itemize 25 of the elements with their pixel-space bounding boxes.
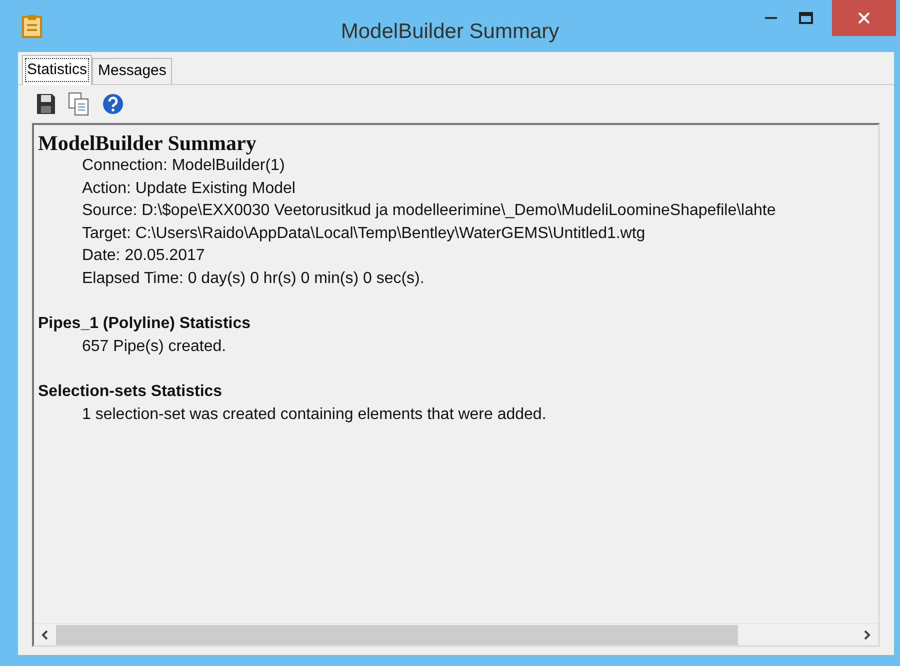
section-title: Pipes_1 (Polyline) Statistics: [38, 314, 251, 334]
maximize-icon: [799, 12, 813, 24]
copy-icon[interactable]: [68, 92, 90, 116]
clipboard-icon: [22, 14, 42, 38]
section-line: 1 selection-set was created containing elements that were added.: [81, 404, 546, 424]
minimize-icon: [765, 17, 777, 19]
detail-line: Connection: ModelBuilder(1): [81, 156, 285, 176]
detail-line: Elapsed Time: 0 day(s) 0 hr(s) 0 min(s) 0 sec(s).: [81, 268, 424, 288]
detail-line: Date: 20.05.2017: [81, 246, 205, 266]
scroll-right-icon[interactable]: [862, 628, 872, 640]
help-icon[interactable]: [102, 93, 124, 115]
scroll-left-icon[interactable]: [40, 628, 50, 640]
save-icon[interactable]: [36, 93, 56, 115]
tab[interactable]: Messages: [92, 58, 172, 84]
horizontal-scrollbar[interactable]: [34, 623, 878, 645]
section-line: 657 Pipe(s) created.: [81, 336, 226, 356]
detail-line: Source: D:\$ope\EXX0030 Veetorusitkud ja modelleerimine\_Demo\MudeliLoomineShapefile\lahte: [81, 201, 776, 221]
scrollbar-thumb[interactable]: [56, 624, 738, 644]
report-heading: ModelBuilder Summary: [38, 131, 256, 155]
detail-line: Target: C:\Users\Raido\AppData\Local\Temp\Bentley\WaterGEMS\Untitled1.wtg: [81, 224, 646, 244]
window-title: ModelBuilder Summary: [340, 19, 560, 45]
tab[interactable]: Statistics: [22, 55, 92, 85]
detail-line: Action: Update Existing Model: [81, 178, 296, 198]
close-icon: [858, 12, 870, 24]
section-title: Selection-sets Statistics: [38, 382, 222, 402]
